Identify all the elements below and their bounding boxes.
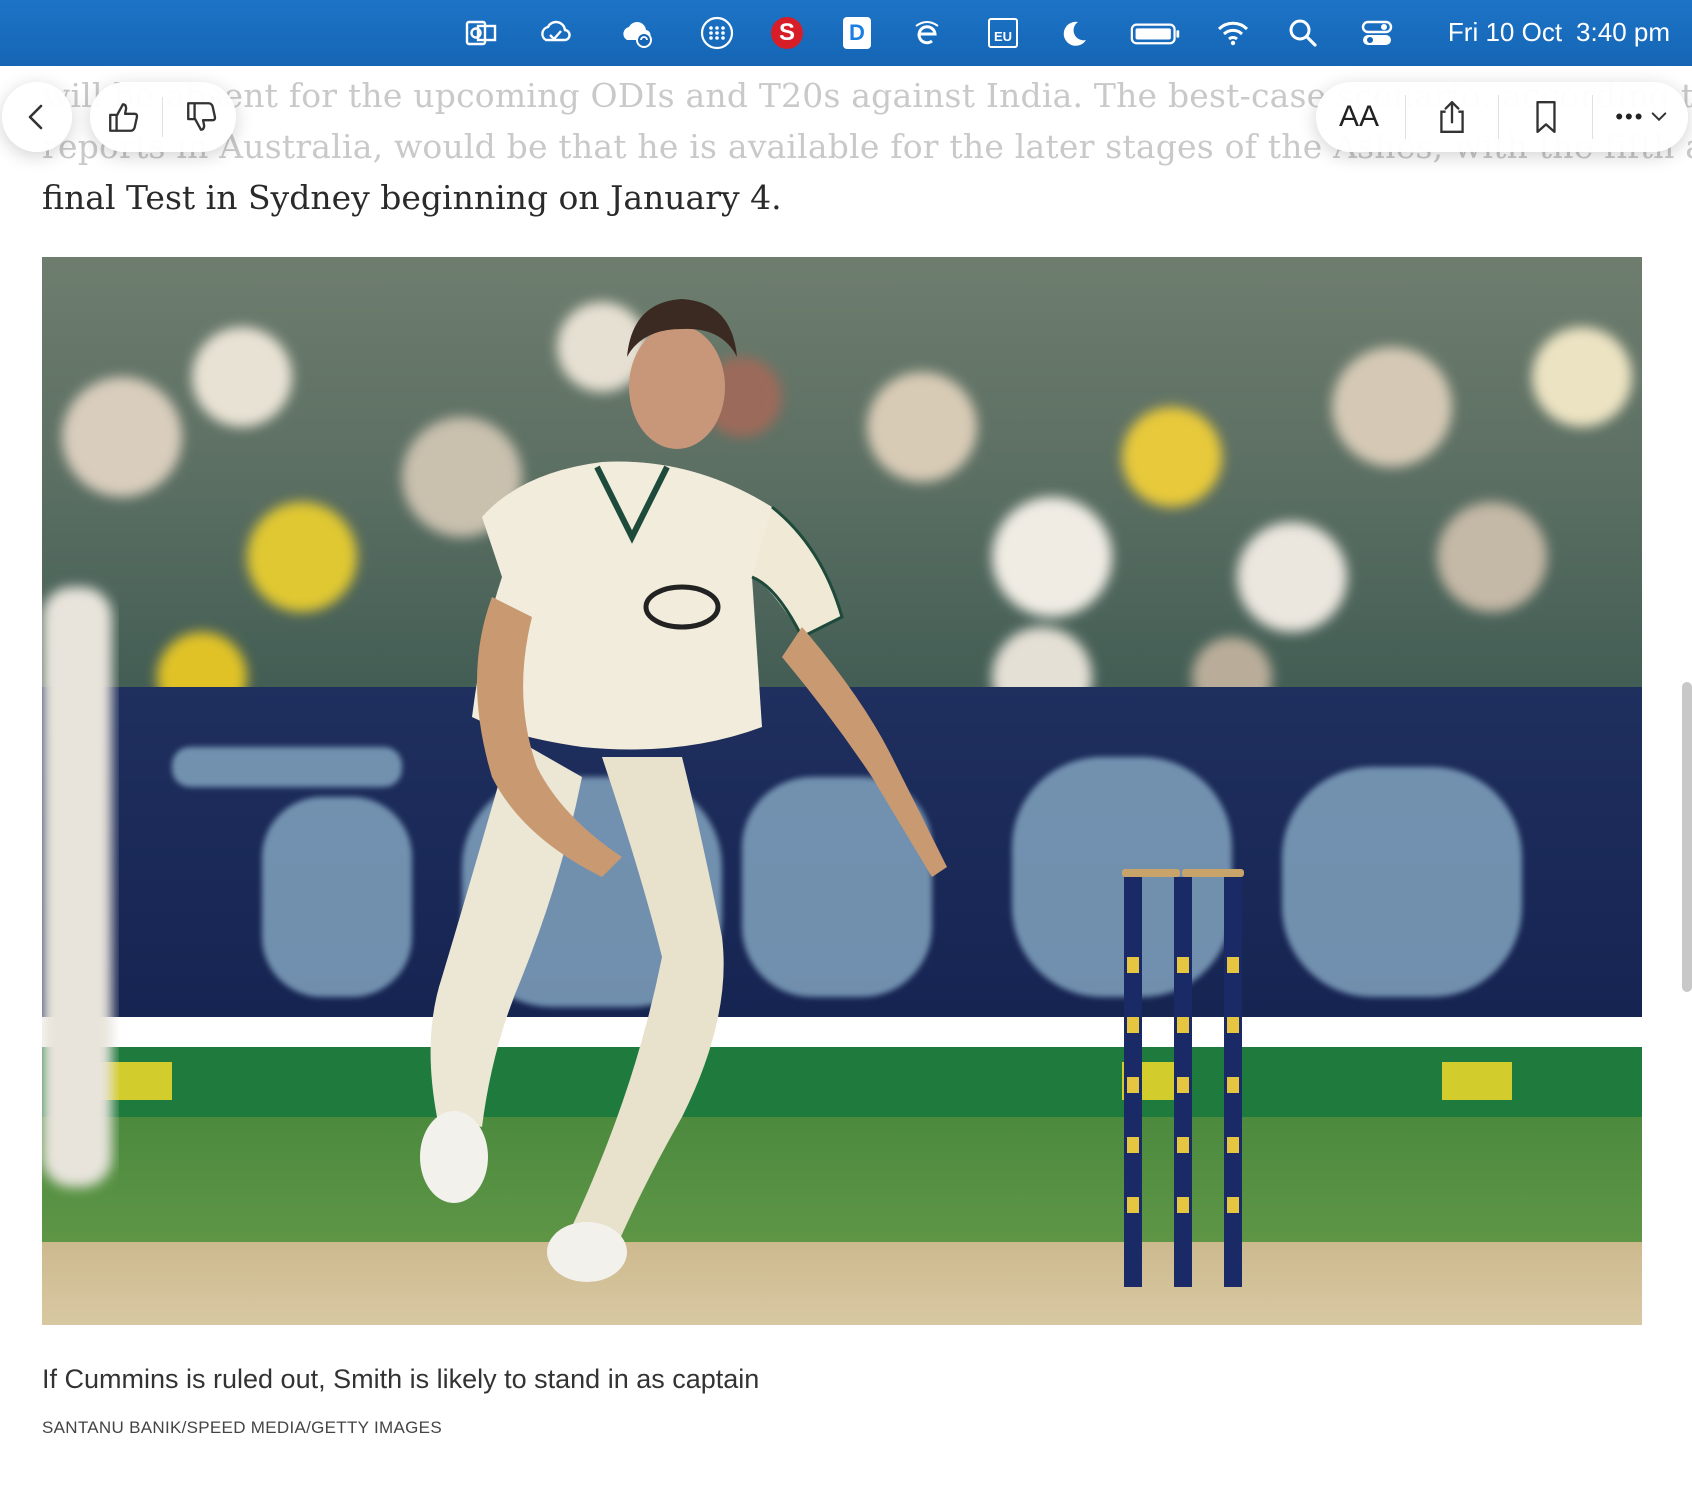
scrollbar-thumb[interactable]: [1682, 682, 1692, 992]
photo-credit: SANTANU BANIK/SPEED MEDIA/GETTY IMAGES: [42, 1418, 442, 1437]
share-icon: [1440, 101, 1465, 133]
menu-clock[interactable]: Fri 10 Oct 3:40 pm: [1448, 17, 1670, 48]
eu-label: EU: [988, 18, 1018, 48]
menu-bar: S D EU Fri 10 Oct 3:40 pm: [0, 0, 1692, 66]
feedback-divider: [162, 97, 164, 137]
article-view: will be absent for the upcoming ODIs and…: [0, 66, 1692, 1486]
article-photo: [42, 257, 1642, 1325]
s-app-icon[interactable]: S: [768, 14, 806, 52]
like-button[interactable]: [94, 87, 154, 147]
toolbar-divider-1: [1405, 95, 1407, 139]
thumbs-down-icon: [186, 102, 216, 131]
cloud-sync-icon[interactable]: [536, 14, 574, 52]
control-center-icon[interactable]: [1358, 14, 1396, 52]
back-button[interactable]: [2, 82, 72, 152]
text-size-button[interactable]: AA: [1319, 87, 1399, 147]
menu-date: Fri 10 Oct: [1447, 17, 1563, 47]
battery-icon[interactable]: [1128, 14, 1184, 52]
feedback-toolbar: [90, 82, 236, 152]
chevron-left-icon: [28, 104, 43, 130]
cricket-bowler-image: [42, 257, 1642, 1325]
toolbar-divider-3: [1591, 95, 1593, 139]
stumps: [1122, 869, 1244, 1287]
icloud-icon[interactable]: [618, 14, 656, 52]
bookmark-icon: [1535, 101, 1556, 133]
search-icon[interactable]: [1284, 14, 1322, 52]
chevron-down-icon: [1652, 112, 1667, 122]
thumbs-up-icon: [109, 103, 139, 132]
outlook-icon[interactable]: [462, 14, 500, 52]
browser-e-icon[interactable]: [908, 14, 946, 52]
bookmark-button[interactable]: [1506, 87, 1586, 147]
more-options-button[interactable]: •••: [1599, 87, 1685, 147]
article-text-line: final Test in Sydney beginning on Januar…: [42, 178, 782, 217]
dislike-button[interactable]: [172, 87, 232, 147]
wifi-icon[interactable]: [1214, 14, 1252, 52]
eu-icon[interactable]: EU: [984, 14, 1022, 52]
toolbar-divider-2: [1498, 95, 1500, 139]
menu-time: 3:40 pm: [1576, 17, 1670, 47]
s-app-label: S: [771, 17, 803, 49]
dots-grid-icon[interactable]: [698, 14, 736, 52]
moon-icon[interactable]: [1054, 14, 1092, 52]
d-app-icon[interactable]: D: [838, 14, 876, 52]
ellipsis-icon: •••: [1615, 104, 1645, 129]
d-app-label: D: [843, 17, 871, 49]
share-button[interactable]: [1412, 87, 1492, 147]
reader-toolbar: AA •••: [1316, 82, 1688, 152]
photo-caption: If Cummins is ruled out, Smith is likely…: [42, 1364, 760, 1394]
